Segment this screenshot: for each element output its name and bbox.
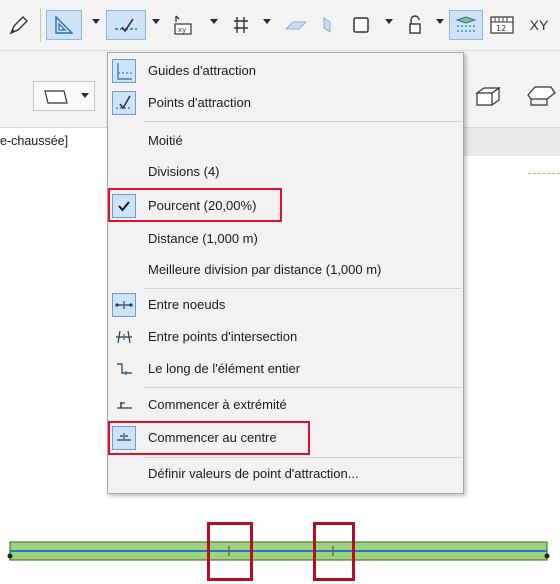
menu-item-label: Guides d'attraction <box>148 63 256 78</box>
menu-separator <box>144 121 461 122</box>
top-toolbar: xy 12 XY <box>0 0 560 51</box>
menu-item-points[interactable]: Points d'attraction <box>108 90 463 116</box>
tab-strip <box>464 128 560 156</box>
menu-separator <box>144 288 461 289</box>
shape-selector-button[interactable] <box>33 81 95 111</box>
menu-item-label: Points d'attraction <box>148 95 251 110</box>
menu-item-label: Meilleure division par distance (1,000 m… <box>148 262 382 277</box>
chevron-down-icon[interactable] <box>210 19 218 24</box>
tracker-icon[interactable] <box>449 10 483 40</box>
xy-label[interactable]: XY <box>524 10 554 40</box>
chevron-down-icon[interactable] <box>263 19 271 24</box>
lock-icon[interactable] <box>400 10 430 40</box>
chevron-down-icon[interactable] <box>385 19 393 24</box>
menu-item-start-at-end[interactable]: Commencer à extrémité <box>108 392 463 418</box>
grid-snap-icon[interactable] <box>226 10 256 40</box>
highlight-snap-point-1 <box>207 522 253 581</box>
highlight-start-center <box>108 421 310 455</box>
orange-guide-line <box>528 173 560 174</box>
beam-node-end <box>544 553 550 559</box>
snap-points-button[interactable] <box>106 10 146 40</box>
guide-lines-button[interactable] <box>46 10 82 40</box>
menu-item-label: Définir valeurs de point d'attraction... <box>148 466 359 481</box>
beam-element <box>0 540 560 581</box>
chevron-down-icon[interactable] <box>152 19 160 24</box>
menu-item-guides[interactable]: Guides d'attraction <box>108 58 463 84</box>
menu-item-label: Le long de l'élément entier <box>148 361 301 376</box>
menu-item-label: Entre noeuds <box>148 297 226 312</box>
vertical-plane-icon[interactable] <box>315 10 339 40</box>
menu-item-label: Distance (1,000 m) <box>148 231 258 246</box>
between-intersections-icon <box>112 325 136 349</box>
between-nodes-icon <box>112 293 136 317</box>
menu-item-label: Commencer à extrémité <box>148 397 287 412</box>
beam-node-start <box>7 553 13 559</box>
xy-text: XY <box>529 17 549 33</box>
chevron-down-icon[interactable] <box>81 93 89 98</box>
attraction-guides-icon <box>112 59 136 83</box>
roof-3d-icon[interactable] <box>525 83 557 110</box>
chevron-down-icon[interactable] <box>92 19 100 24</box>
menu-item-between-intersections[interactable]: Entre points d'intersection <box>108 324 463 350</box>
highlight-percent <box>108 188 282 222</box>
menu-item-label: Entre points d'intersection <box>148 329 298 344</box>
story-label: e-chaussée] <box>0 134 69 148</box>
menu-item-label: Moitié <box>148 133 183 148</box>
menu-separator <box>144 457 461 458</box>
menu-item-distance[interactable]: Distance (1,000 m) <box>108 226 463 252</box>
box-frame-icon[interactable] <box>345 10 377 40</box>
pen-tool-icon[interactable] <box>6 10 32 40</box>
toolbar-divider <box>40 8 41 42</box>
box-3d-icon[interactable] <box>474 85 502 110</box>
svg-text:xy: xy <box>178 26 186 34</box>
menu-item-between-nodes[interactable]: Entre noeuds <box>108 292 463 318</box>
measure-icon[interactable]: 12 <box>486 10 518 40</box>
chevron-down-icon[interactable] <box>436 19 444 24</box>
menu-item-label: Divisions (4) <box>148 164 220 179</box>
menu-item-divisions[interactable]: Divisions (4) <box>108 159 463 185</box>
menu-item-define-values[interactable]: Définir valeurs de point d'attraction... <box>108 461 463 487</box>
menu-item-best-division[interactable]: Meilleure division par distance (1,000 m… <box>108 257 463 283</box>
highlight-snap-point-2 <box>313 522 355 581</box>
attraction-points-icon <box>112 91 136 115</box>
menu-separator <box>144 387 461 388</box>
start-at-end-icon <box>112 393 136 417</box>
menu-item-along-element[interactable]: Le long de l'élément entier <box>108 356 463 382</box>
menu-item-half[interactable]: Moitié <box>108 128 463 154</box>
coordinate-input-icon[interactable]: xy <box>166 10 200 40</box>
measure-value: 12 <box>496 24 506 33</box>
along-element-icon <box>112 357 136 381</box>
plane-icon[interactable] <box>280 10 312 40</box>
